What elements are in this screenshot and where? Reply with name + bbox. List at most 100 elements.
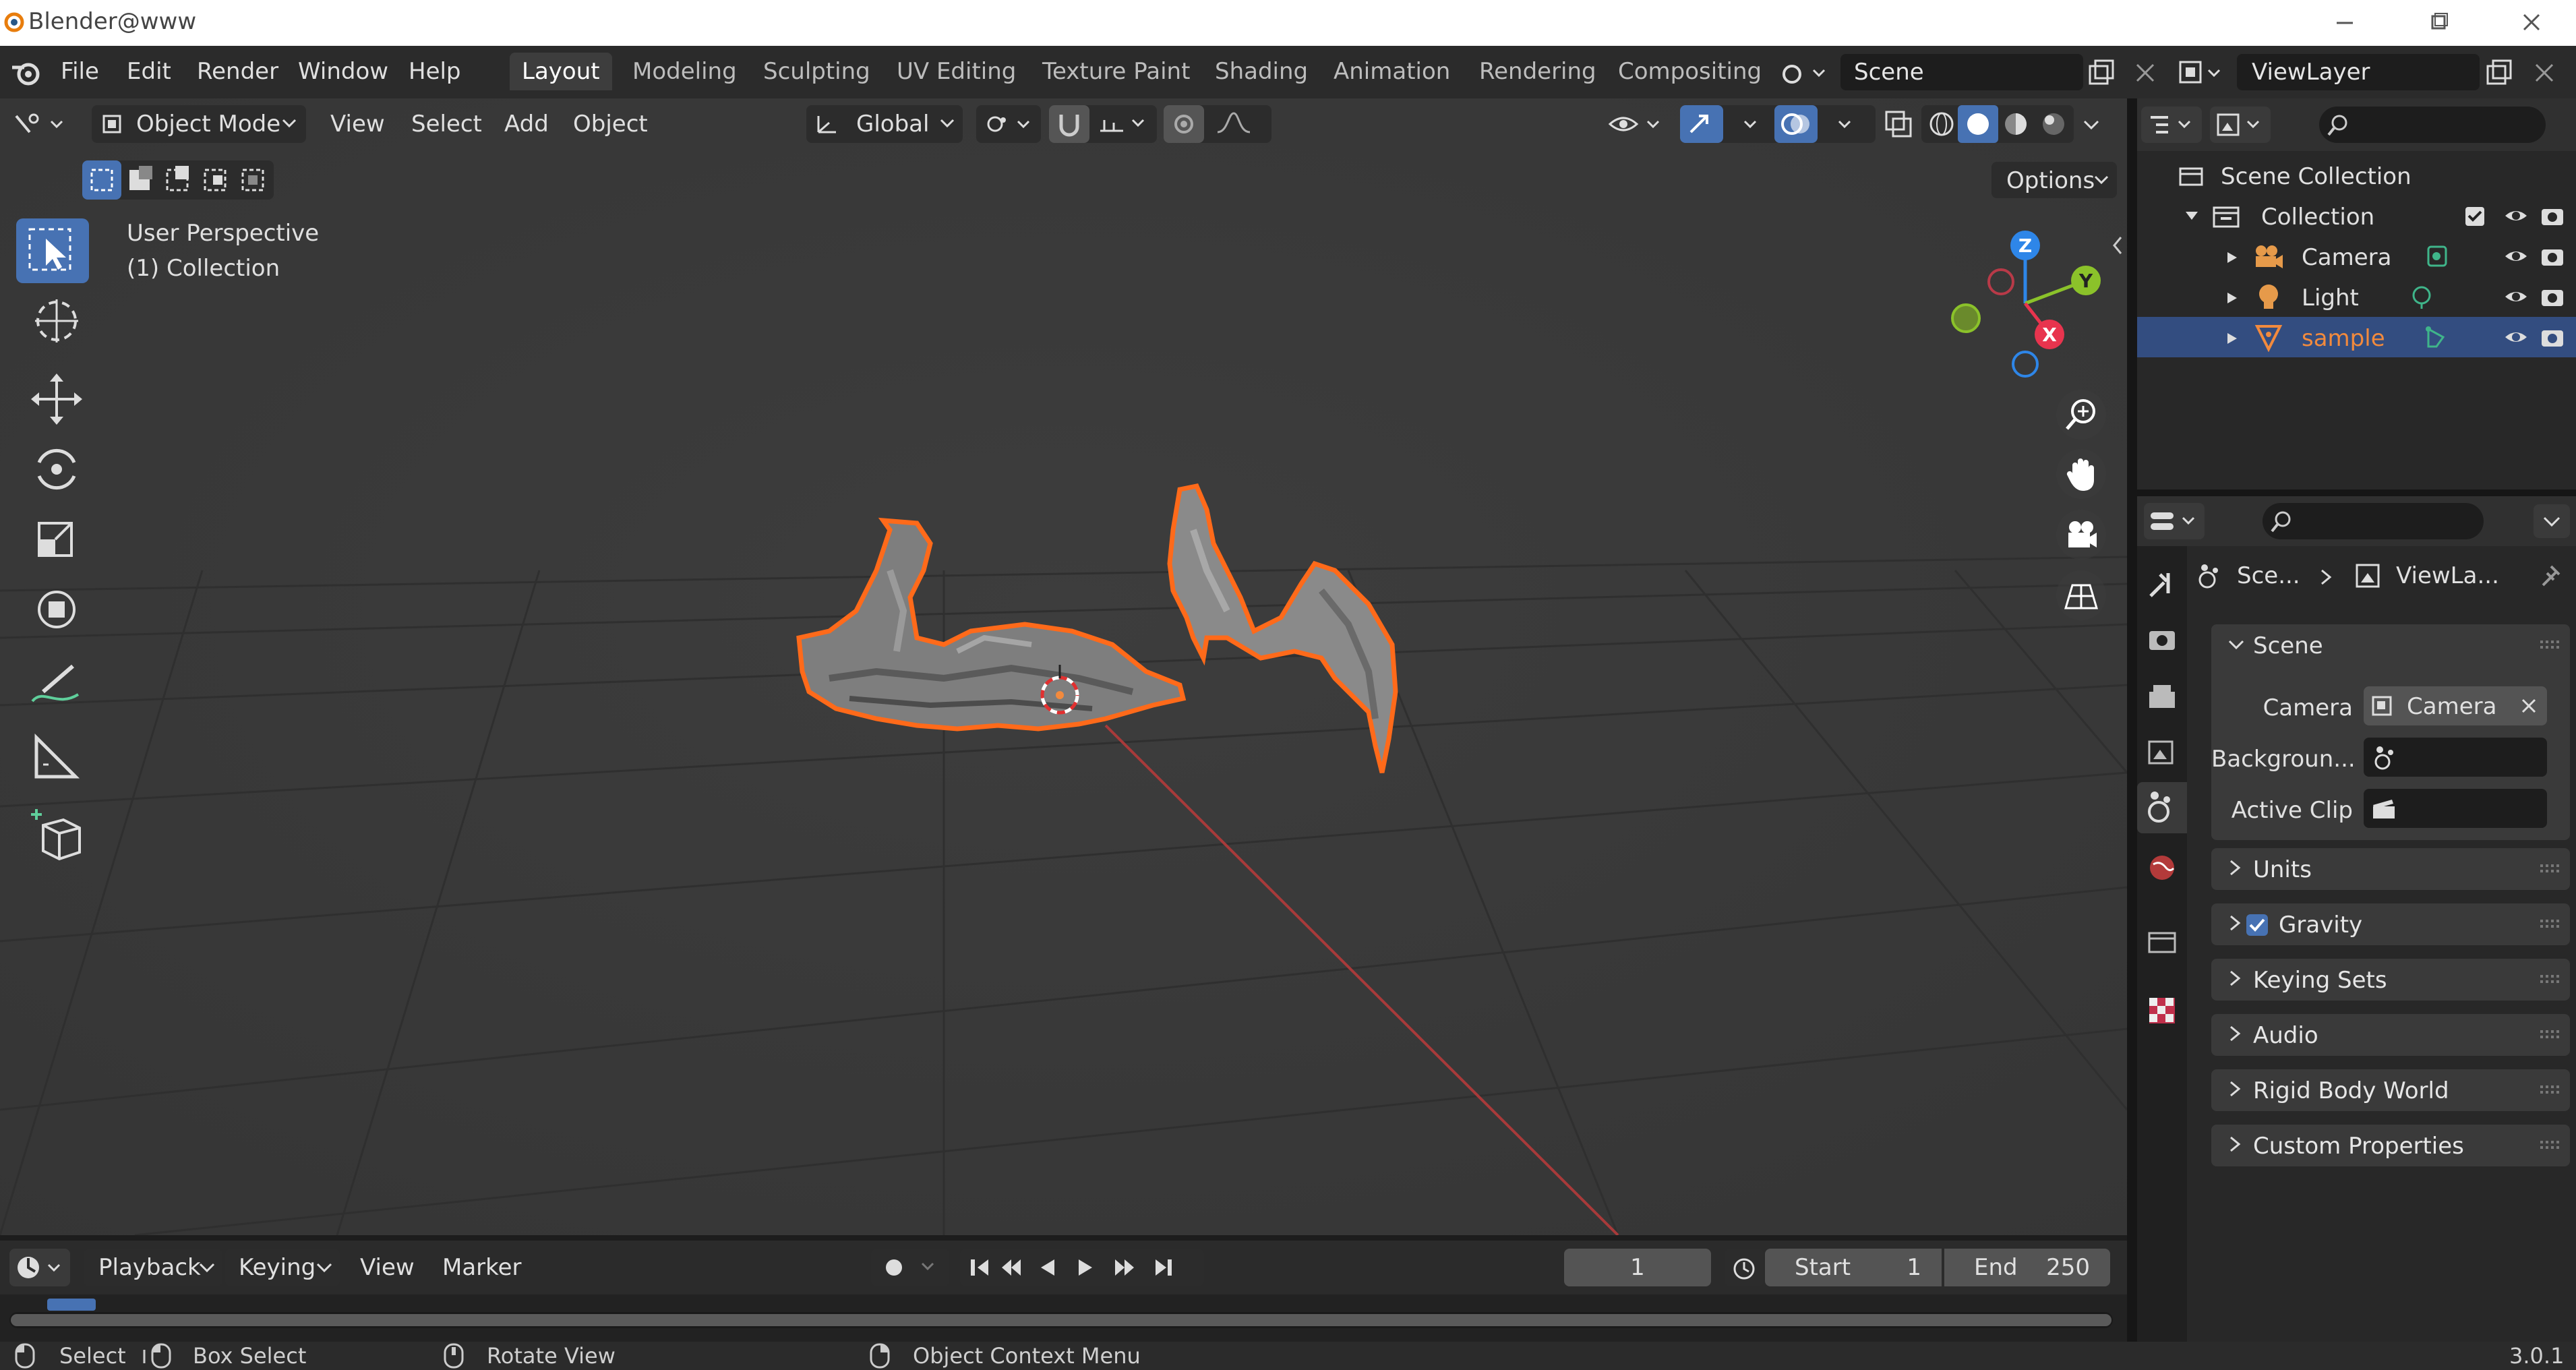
zoom-icon[interactable]: [2056, 390, 2106, 440]
mesh-data-icon[interactable]: [2423, 324, 2450, 351]
expand-triangle-icon[interactable]: [2226, 291, 2238, 305]
light-data-icon[interactable]: [2408, 283, 2435, 310]
tool-settings-tab-icon[interactable]: [2144, 566, 2180, 603]
menu-window[interactable]: Window: [298, 58, 388, 85]
outliner-item-light[interactable]: Light: [2137, 276, 2576, 317]
chevron-down-icon[interactable]: [2227, 638, 2245, 653]
measure-tool[interactable]: [16, 724, 89, 789]
render-camera-icon[interactable]: [2539, 285, 2566, 309]
outliner-scene-collection[interactable]: Scene Collection: [2137, 155, 2576, 196]
shading-options-chevron-icon[interactable]: [2079, 108, 2106, 140]
perspective-toggle-icon[interactable]: [2056, 570, 2106, 620]
outliner-item-camera[interactable]: Camera: [2137, 236, 2576, 276]
end-frame-field[interactable]: End 250: [1944, 1249, 2110, 1286]
gravity-panel[interactable]: Gravity: [2211, 903, 2570, 945]
menu-edit[interactable]: Edit: [127, 58, 171, 85]
area-divider[interactable]: [2127, 98, 2137, 1342]
properties-editor-type-icon[interactable]: [2144, 503, 2205, 539]
blender-menu-icon[interactable]: [9, 58, 44, 88]
camera-property-field[interactable]: Camera: [2364, 686, 2547, 725]
properties-search-input[interactable]: [2263, 503, 2484, 539]
render-tab-icon[interactable]: [2144, 620, 2180, 657]
menu-render[interactable]: Render: [197, 58, 278, 85]
select-box-tool[interactable]: [16, 218, 89, 283]
new-scene-icon[interactable]: [2085, 57, 2118, 88]
drag-grip-icon[interactable]: [2540, 641, 2560, 650]
start-frame-field[interactable]: Start 1: [1765, 1249, 1942, 1286]
proportional-editing-dropdown[interactable]: [1164, 105, 1271, 143]
pivot-point-dropdown[interactable]: [976, 105, 1041, 143]
world-tab-icon[interactable]: [2144, 850, 2180, 886]
tab-uv-editing[interactable]: UV Editing: [885, 53, 1028, 90]
xray-toggle-icon[interactable]: [1882, 108, 1915, 140]
playback-dropdown[interactable]: Playback: [84, 1249, 222, 1286]
tab-compositing[interactable]: Compositing: [1606, 53, 1774, 90]
viewlayer-selector-icon[interactable]: [2176, 57, 2230, 88]
sidebar-toggle-chevron-icon[interactable]: [2109, 233, 2125, 258]
editor-type-icon[interactable]: [9, 108, 70, 140]
outliner-item-sample[interactable]: sample: [2137, 317, 2576, 357]
expand-triangle-icon[interactable]: [2184, 209, 2199, 222]
gizmo-toggle-button[interactable]: [1680, 105, 1781, 143]
scale-tool[interactable]: [16, 507, 89, 572]
menu-file[interactable]: File: [61, 58, 99, 85]
move-tool[interactable]: [16, 367, 89, 431]
area-divider[interactable]: [2137, 489, 2576, 496]
custom-properties-panel[interactable]: Custom Properties: [2211, 1125, 2570, 1166]
view-layer-tab-icon[interactable]: [2144, 734, 2180, 770]
menu-select[interactable]: Select: [411, 105, 482, 143]
preview-range-icon[interactable]: [1725, 1249, 1764, 1286]
outliner-editor-type-icon[interactable]: [2141, 107, 2202, 143]
render-camera-icon[interactable]: [2539, 204, 2566, 228]
new-viewlayer-icon[interactable]: [2482, 57, 2516, 88]
playhead-marker[interactable]: [47, 1299, 96, 1311]
collection-tab-icon[interactable]: [2144, 924, 2180, 960]
tab-texture-paint[interactable]: Texture Paint: [1030, 53, 1202, 90]
add-cube-tool[interactable]: [16, 801, 89, 866]
render-camera-icon[interactable]: [2539, 325, 2566, 349]
menu-object[interactable]: Object: [573, 105, 648, 143]
navigation-gizmo[interactable]: Z Y X: [1942, 220, 2103, 382]
viewlayer-name-field[interactable]: ViewLayer: [2237, 54, 2480, 90]
outliner-collection-row[interactable]: Collection: [2137, 196, 2576, 236]
properties-options-chevron-icon[interactable]: [2534, 504, 2570, 538]
exclude-checkbox-icon[interactable]: [2463, 205, 2486, 228]
keying-sets-panel[interactable]: Keying Sets: [2211, 959, 2570, 1001]
audio-panel[interactable]: Audio: [2211, 1014, 2570, 1056]
expand-triangle-icon[interactable]: [2226, 332, 2238, 345]
scene-name-field[interactable]: Scene: [1840, 54, 2083, 90]
background-property-field[interactable]: [2364, 738, 2547, 777]
delete-scene-icon[interactable]: [2130, 58, 2160, 88]
timeline-view-menu[interactable]: View: [360, 1254, 415, 1281]
snapping-dropdown[interactable]: [1049, 105, 1157, 143]
scene-panel-title[interactable]: Scene: [2253, 632, 2323, 659]
restore-icon[interactable]: [2419, 7, 2459, 39]
object-mode-dropdown[interactable]: Object Mode: [92, 105, 306, 143]
tab-modeling[interactable]: Modeling: [620, 53, 749, 90]
gravity-checkbox[interactable]: [2245, 913, 2269, 937]
delete-viewlayer-icon[interactable]: [2529, 58, 2559, 88]
scene-tab-active[interactable]: [2137, 782, 2187, 833]
overlay-toggle-button[interactable]: [1774, 105, 1876, 143]
rigid-body-world-panel[interactable]: Rigid Body World: [2211, 1069, 2570, 1111]
timeline-editor-type-icon[interactable]: [9, 1249, 70, 1286]
active-clip-property-field[interactable]: [2364, 789, 2547, 828]
timeline-marker-menu[interactable]: Marker: [442, 1254, 522, 1281]
keying-dropdown[interactable]: Keying: [225, 1249, 340, 1286]
tab-layout[interactable]: Layout: [510, 53, 612, 90]
clear-camera-icon[interactable]: [2519, 696, 2539, 716]
timeline-area[interactable]: [0, 1294, 2127, 1342]
menu-view[interactable]: View: [330, 105, 385, 143]
transform-orientation-dropdown[interactable]: Global: [806, 105, 963, 143]
eye-icon[interactable]: [2503, 205, 2529, 227]
texture-tab-icon[interactable]: [2144, 992, 2180, 1029]
eye-icon[interactable]: [2503, 245, 2529, 267]
camera-data-icon[interactable]: [2424, 243, 2451, 270]
display-mode-icon[interactable]: [2210, 107, 2271, 143]
eye-icon[interactable]: [2503, 286, 2529, 307]
pin-icon[interactable]: [2536, 562, 2563, 592]
3d-viewport[interactable]: Object Mode View Select Add Object Globa…: [0, 98, 2127, 1235]
tab-shading[interactable]: Shading: [1203, 53, 1320, 90]
annotate-tool[interactable]: [16, 654, 89, 719]
cursor-tool[interactable]: [16, 289, 89, 353]
